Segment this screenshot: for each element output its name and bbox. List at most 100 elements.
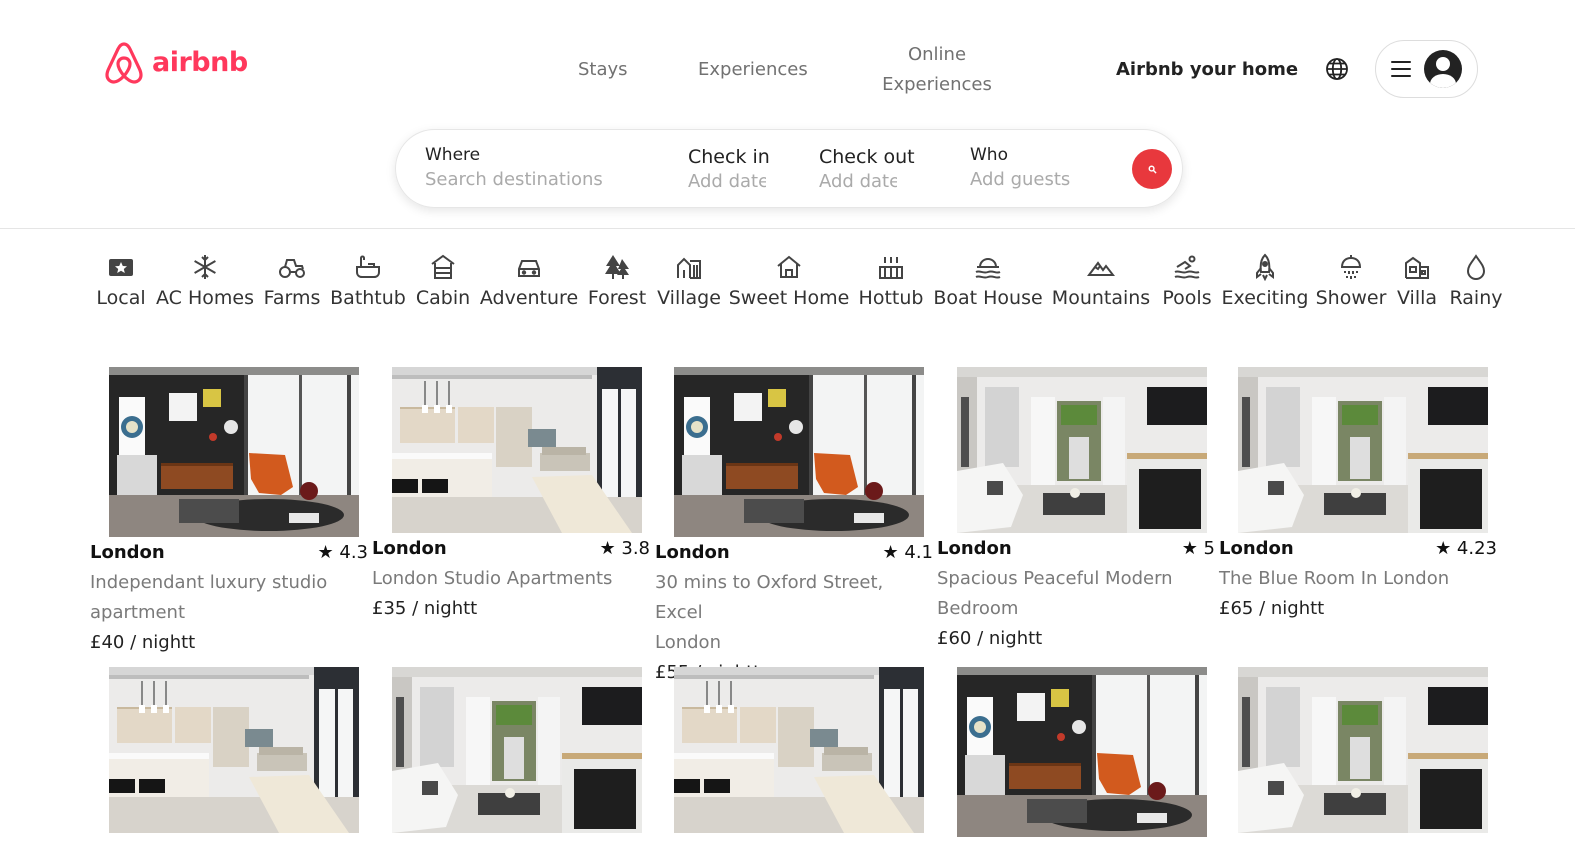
category-bathtub[interactable]: Bathtub [330,253,406,312]
category-label: Shower [1315,287,1387,309]
listing-photo[interactable] [392,367,642,533]
category-village[interactable]: Village [657,253,721,312]
nav-online-experiences[interactable]: Online Experiences [870,40,1004,100]
checkout-label: Check out [819,146,915,168]
car-icon [518,260,540,277]
listing-location: London [655,542,730,563]
listing-photo[interactable] [109,367,359,537]
checkout-input[interactable]: Add dates [819,169,897,195]
tree-icon [605,255,629,279]
cabin-icon [431,254,455,279]
listing-title-line2: London [655,632,721,653]
tractor-icon [279,259,305,278]
checkin-input[interactable]: Add dates [688,169,766,195]
search-checkout-field[interactable]: Check out Add dates [819,145,915,195]
airbnb-your-home-link[interactable]: Airbnb your home [1116,55,1298,85]
listing-price: £65 / nightt [1219,598,1325,619]
profile-menu-button[interactable] [1375,40,1478,98]
category-ac-homes[interactable]: AC Homes [156,253,254,312]
checkin-label: Check in [688,146,770,168]
category-pools[interactable]: Pools [1162,253,1212,312]
category-farms[interactable]: Farms [264,253,320,312]
listing-photo[interactable] [1238,367,1488,533]
local-icon [109,259,133,276]
listing-rating: ★ 4.1 [882,542,933,563]
listing-photo[interactable] [674,667,924,833]
menu-icon [1391,61,1411,77]
category-label: Hottub [858,287,924,309]
listing-title: Independant luxury studio [90,572,328,593]
nav-online-line1: Online [907,44,967,65]
category-forest[interactable]: Forest [588,253,646,312]
raindrop-icon [1466,254,1486,281]
listing-rating: ★ 4.23 [1435,538,1497,559]
user-avatar-icon [1424,50,1462,88]
nav-experiences[interactable]: Experiences [698,55,808,85]
category-shower[interactable]: Shower [1315,253,1387,312]
bathtub-icon [356,255,380,278]
category-label: Bathtub [330,287,406,309]
shower-icon [1340,255,1362,279]
where-input[interactable]: Search destinations [425,167,625,193]
search-checkin-field[interactable]: Check in Add dates [688,145,770,195]
category-rainy[interactable]: Rainy [1449,253,1503,312]
category-label: Farms [263,287,321,309]
category-hottub[interactable]: Hottub [858,253,924,312]
snowflake-icon [194,255,216,279]
nav-stays[interactable]: Stays [578,55,628,85]
listing-price: £60 / nightt [937,628,1043,649]
boat-house-icon [975,257,1001,279]
listing-photo[interactable] [957,667,1207,837]
airbnb-logo[interactable]: airbnb [103,40,248,84]
listing-photo[interactable] [392,667,642,833]
listing-photo[interactable] [109,667,359,833]
listing-rating: ★ 5 [1181,538,1215,559]
airbnb-logo-icon [105,42,143,84]
hottub-icon [879,257,903,279]
who-input[interactable]: Add guests [970,167,1070,193]
listing-title: 30 mins to Oxford Street, Excel [655,572,884,623]
listing-title: Spacious Peaceful Modern [937,568,1173,589]
category-cabin[interactable]: Cabin [416,253,470,312]
category-adventure[interactable]: Adventure [480,253,578,312]
listing-info: London ★ 4.1 30 mins to Oxford Street, Ex… [655,538,933,688]
category-label: Boat House [933,287,1043,309]
category-label: Cabin [415,287,471,309]
search-icon [1148,165,1157,174]
globe-icon[interactable] [1325,57,1349,81]
where-label: Where [425,145,481,165]
listing-title: The Blue Room In London [1219,568,1450,589]
listing-photo[interactable] [674,367,924,537]
category-label: Village [657,287,721,309]
listing-photo[interactable] [1238,667,1488,833]
search-who-field[interactable]: Who Add guests [970,143,1070,193]
category-villa[interactable]: Villa [1396,253,1438,312]
mountain-icon [1087,261,1115,276]
category-label: Forest [587,287,647,309]
category-label: AC Homes [156,287,254,309]
listing-location: London [1219,538,1294,559]
listing-photo[interactable] [957,367,1207,533]
category-label: Mountains [1051,287,1151,309]
listing-location: London [937,538,1012,559]
listing-info: London ★ 5 Spacious Peaceful Modern Bedro… [937,534,1215,654]
listing-rating: ★ 3.8 [599,538,650,559]
search-bar[interactable]: Where Search destinations Check in Add d… [395,129,1183,208]
category-boat-house[interactable]: Boat House [933,253,1043,312]
listing-location: London [90,542,165,563]
category-label: Execiting [1221,287,1309,309]
category-local[interactable]: Local [96,253,146,312]
nav-online-line2: Experiences [882,74,992,95]
listing-info: London ★ 4.23 The Blue Room In London £65… [1219,534,1497,624]
category-sweet-home[interactable]: Sweet Home [729,253,849,312]
category-bar: Local AC Homes Farms Bathtub Cabin Adven… [0,253,1575,313]
rocket-icon [1256,253,1274,281]
category-mountains[interactable]: Mountains [1052,253,1150,312]
category-label: Rainy [1449,287,1503,309]
category-execiting[interactable]: Execiting [1221,253,1309,312]
search-where-field[interactable]: Where Search destinations [425,143,625,193]
search-button[interactable] [1132,149,1172,189]
listing-info: London ★ 4.3 Independant luxury studio ap… [90,538,368,658]
listing-title: London Studio Apartments [372,568,613,589]
village-icon [677,257,701,279]
